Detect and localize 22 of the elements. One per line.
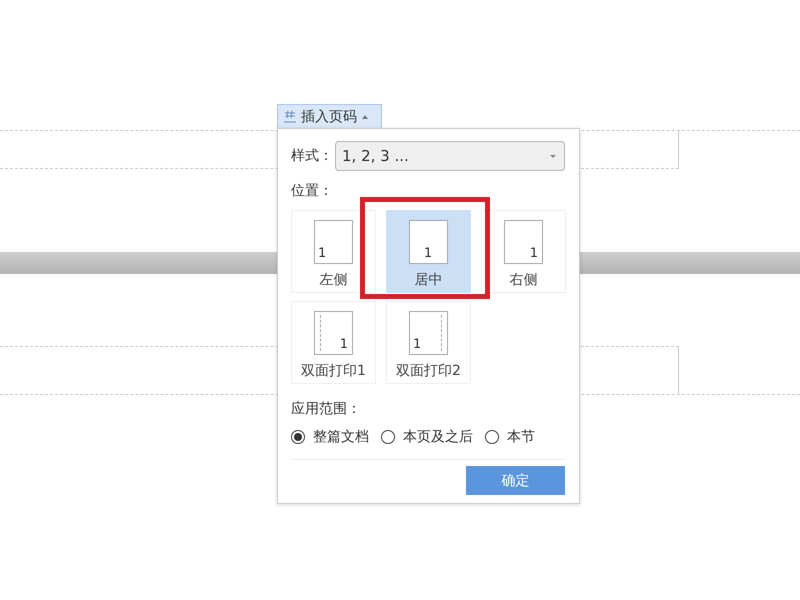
page-number-text: 1: [424, 246, 432, 262]
radio-button[interactable]: [381, 430, 395, 444]
position-option[interactable]: 1 居中: [386, 210, 471, 293]
style-dropdown[interactable]: 1, 2, 3 ...: [335, 141, 565, 171]
hash-icon: [284, 110, 296, 123]
radio-label[interactable]: 本节: [507, 428, 535, 446]
radio-button[interactable]: [291, 430, 305, 444]
scope-label: 应用范围：: [291, 400, 361, 419]
page-number-text: 1: [530, 246, 538, 262]
position-option[interactable]: 1 双面打印1: [291, 301, 376, 384]
page-number-text: 1: [318, 246, 326, 262]
position-option[interactable]: 1 左侧: [291, 210, 376, 293]
style-label: 样式：: [291, 147, 333, 165]
radio-label[interactable]: 整篇文档: [313, 428, 369, 446]
insert-page-number-button[interactable]: 插入页码: [277, 104, 382, 128]
position-label: 位置：: [291, 182, 333, 201]
caret-icon: [550, 154, 556, 158]
radio-label[interactable]: 本页及之后: [403, 428, 473, 446]
radio-button[interactable]: [485, 430, 499, 444]
page-number-text: 1: [413, 337, 422, 353]
position-option[interactable]: 1 双面打印2: [386, 301, 471, 384]
page-number-text: 1: [340, 337, 348, 353]
